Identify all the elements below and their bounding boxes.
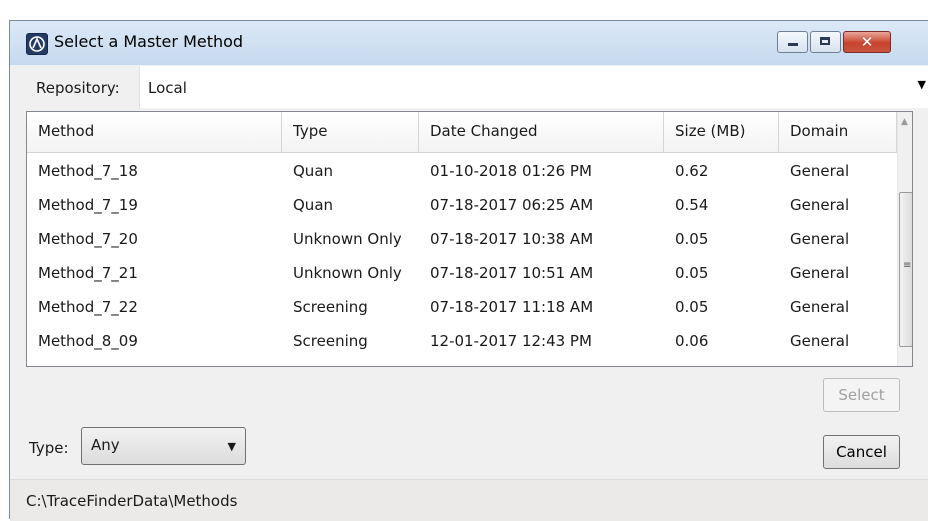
cell-domain: General [790,196,850,214]
cell-type: Screening [293,298,368,316]
close-button[interactable]: ✕ [843,31,891,53]
cell-type: Quan [293,196,334,214]
column-header-size[interactable]: Size (MB) [664,112,779,152]
maximize-button[interactable] [810,31,841,53]
cell-size: 0.06 [675,332,709,350]
table-row[interactable]: Method_7_22 Screening 07-18-2017 11:18 A… [27,288,897,322]
table-row[interactable]: Method_7_19 Quan 07-18-2017 06:25 AM 0.5… [27,186,897,220]
dropdown-arrow-icon: ▼ [227,440,236,453]
repository-row: Repository: Local ▼ [10,65,928,109]
cell-type: Unknown Only [293,264,402,282]
scroll-up-arrow-icon[interactable]: ▲ [901,117,908,127]
cell-size: 0.05 [675,264,709,282]
cell-type: Quan [293,162,334,180]
cell-date: 07-18-2017 10:38 AM [430,230,594,248]
table-row[interactable]: Method_7_18 Quan 01-10-2018 01:26 PM 0.6… [27,152,897,186]
cell-date: 07-18-2017 11:18 AM [430,298,594,316]
title-bar[interactable]: Select a Master Method ✕ [10,21,928,65]
cell-method: Method_7_22 [38,298,138,316]
maximize-icon [820,37,830,45]
cell-type: Screening [293,332,368,350]
cell-domain: General [790,264,850,282]
type-value: Any [91,436,120,454]
cancel-button[interactable]: Cancel [823,435,900,469]
type-dropdown[interactable]: Any ▼ [81,427,246,465]
table-row[interactable]: Method_7_20 Unknown Only 07-18-2017 10:3… [27,220,897,254]
minimize-icon [788,43,798,46]
column-header-date-changed[interactable]: Date Changed [419,112,664,152]
table-row[interactable]: Method_8_09 Screening 12-01-2017 12:43 P… [27,322,897,356]
cell-domain: General [790,230,850,248]
cell-domain: General [790,162,850,180]
minimize-button[interactable] [777,31,808,53]
dialog-window: Select a Master Method ✕ Repository: Loc… [9,20,928,521]
cell-date: 01-10-2018 01:26 PM [430,162,592,180]
cell-date: 07-18-2017 06:25 AM [430,196,594,214]
cell-date: 12-01-2017 12:43 PM [430,332,592,350]
cell-size: 0.62 [675,162,709,180]
table-header: Method Type Date Changed Size (MB) Domai… [27,112,897,153]
cell-method: Method_7_18 [38,162,138,180]
cell-type: Unknown Only [293,230,402,248]
scrollbar-thumb[interactable]: ≡ [899,192,912,347]
thermo-logo-icon [26,33,48,55]
cell-method: Method_7_20 [38,230,138,248]
repository-dropdown[interactable]: Local ▼ [139,66,928,108]
repository-label: Repository: [36,79,120,97]
cell-domain: General [790,332,850,350]
window-title: Select a Master Method [54,32,244,51]
status-path: C:\TraceFinderData\Methods [26,492,238,510]
cell-method: Method_7_19 [38,196,138,214]
column-header-method[interactable]: Method [27,112,282,152]
status-bar: C:\TraceFinderData\Methods [10,479,928,521]
close-icon: ✕ [860,33,874,51]
table-row[interactable]: Method_7_21 Unknown Only 07-18-2017 10:5… [27,254,897,288]
grip-icon: ≡ [903,260,912,271]
repository-value: Local [148,79,187,97]
cell-domain: General [790,298,850,316]
vertical-scrollbar[interactable]: ▲ ≡ [897,112,912,366]
cell-method: Method_8_09 [38,332,138,350]
cell-method: Method_7_21 [38,264,138,282]
type-label: Type: [29,439,69,457]
dropdown-arrow-icon: ▼ [917,78,926,91]
cell-size: 0.54 [675,196,709,214]
column-header-domain[interactable]: Domain [779,112,897,152]
methods-table[interactable]: Method Type Date Changed Size (MB) Domai… [26,111,913,367]
cell-size: 0.05 [675,298,709,316]
cell-size: 0.05 [675,230,709,248]
select-button[interactable]: Select [823,378,900,412]
column-header-type[interactable]: Type [282,112,419,152]
cell-date: 07-18-2017 10:51 AM [430,264,594,282]
